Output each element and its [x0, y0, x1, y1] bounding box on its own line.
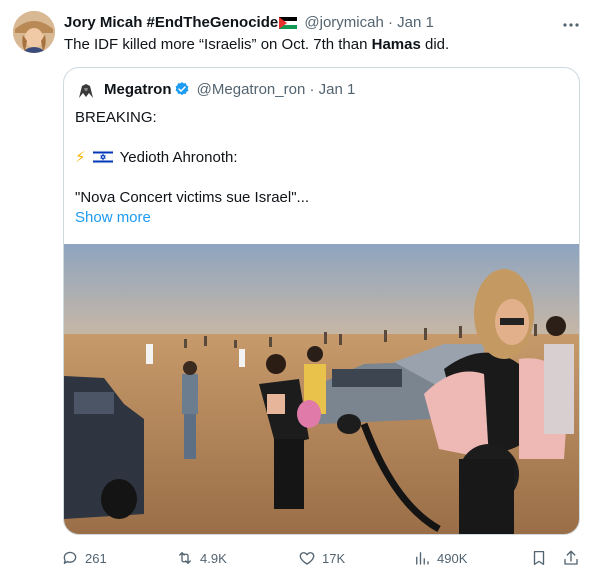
verified-icon: [175, 82, 188, 96]
share-button[interactable]: [562, 543, 586, 573]
quoted-line-breaking: BREAKING:: [75, 109, 157, 126]
views-count: 490K: [437, 550, 468, 566]
tweet-text-bold: Hamas: [371, 36, 421, 53]
action-bar: 261 4.9K 17K 490K: [0, 543, 592, 573]
reply-icon: [63, 551, 77, 564]
palestine-flag-icon: [279, 17, 298, 29]
quoted-line-headline: "Nova Concert victims sue Israel"...: [75, 189, 310, 206]
like-icon: [299, 552, 315, 565]
repost-icon: [179, 552, 191, 564]
tweet-text-part1: The IDF killed more “Israelis” on Oct. 7…: [64, 36, 372, 53]
lightning-icon: ⚡: [75, 149, 86, 166]
bookmark-icon: [533, 550, 545, 566]
repost-button[interactable]: 4.9K: [176, 543, 227, 573]
quoted-source-text: Yedioth Ahronoth:: [119, 149, 238, 166]
quoted-avatar[interactable]: [76, 81, 96, 101]
quoted-header: Megatron @Megatron_ron · Jan 1: [104, 80, 355, 100]
quoted-date[interactable]: Jan 1: [319, 81, 356, 98]
tweet-date[interactable]: Jan 1: [397, 14, 434, 31]
author-avatar[interactable]: [13, 11, 55, 53]
quoted-media-image[interactable]: [64, 244, 579, 534]
tweet-text: The IDF killed more “Israelis” on Oct. 7…: [64, 35, 449, 55]
quoted-tweet[interactable]: Megatron @Megatron_ron · Jan 1 BREAKING:…: [63, 67, 580, 535]
quoted-author-name[interactable]: Megatron: [104, 81, 172, 98]
more-icon[interactable]: [560, 14, 582, 36]
tweet-header: Jory Micah #EndTheGenocide @jorymicah · …: [64, 13, 434, 33]
quoted-separator: ·: [309, 81, 315, 98]
quoted-line-source: ⚡ Yedioth Ahronoth:: [75, 148, 238, 168]
show-more-link[interactable]: Show more: [75, 208, 151, 228]
reply-button[interactable]: 261: [61, 543, 107, 573]
quoted-handle[interactable]: @Megatron_ron: [197, 81, 306, 98]
reply-count: 261: [85, 550, 107, 566]
like-button[interactable]: 17K: [298, 543, 345, 573]
like-count: 17K: [322, 550, 346, 566]
author-handle[interactable]: @jorymicah: [304, 14, 383, 31]
views-button[interactable]: 490K: [413, 543, 467, 573]
author-name[interactable]: Jory Micah #EndTheGenocide: [64, 14, 278, 31]
tweet-text-part2: did.: [420, 36, 450, 53]
header-separator: ·: [387, 14, 393, 31]
bookmark-button[interactable]: [530, 543, 554, 573]
share-icon: [564, 550, 578, 565]
israel-flag-icon: [92, 149, 113, 165]
repost-count: 4.9K: [200, 550, 227, 566]
views-icon: [416, 552, 429, 565]
